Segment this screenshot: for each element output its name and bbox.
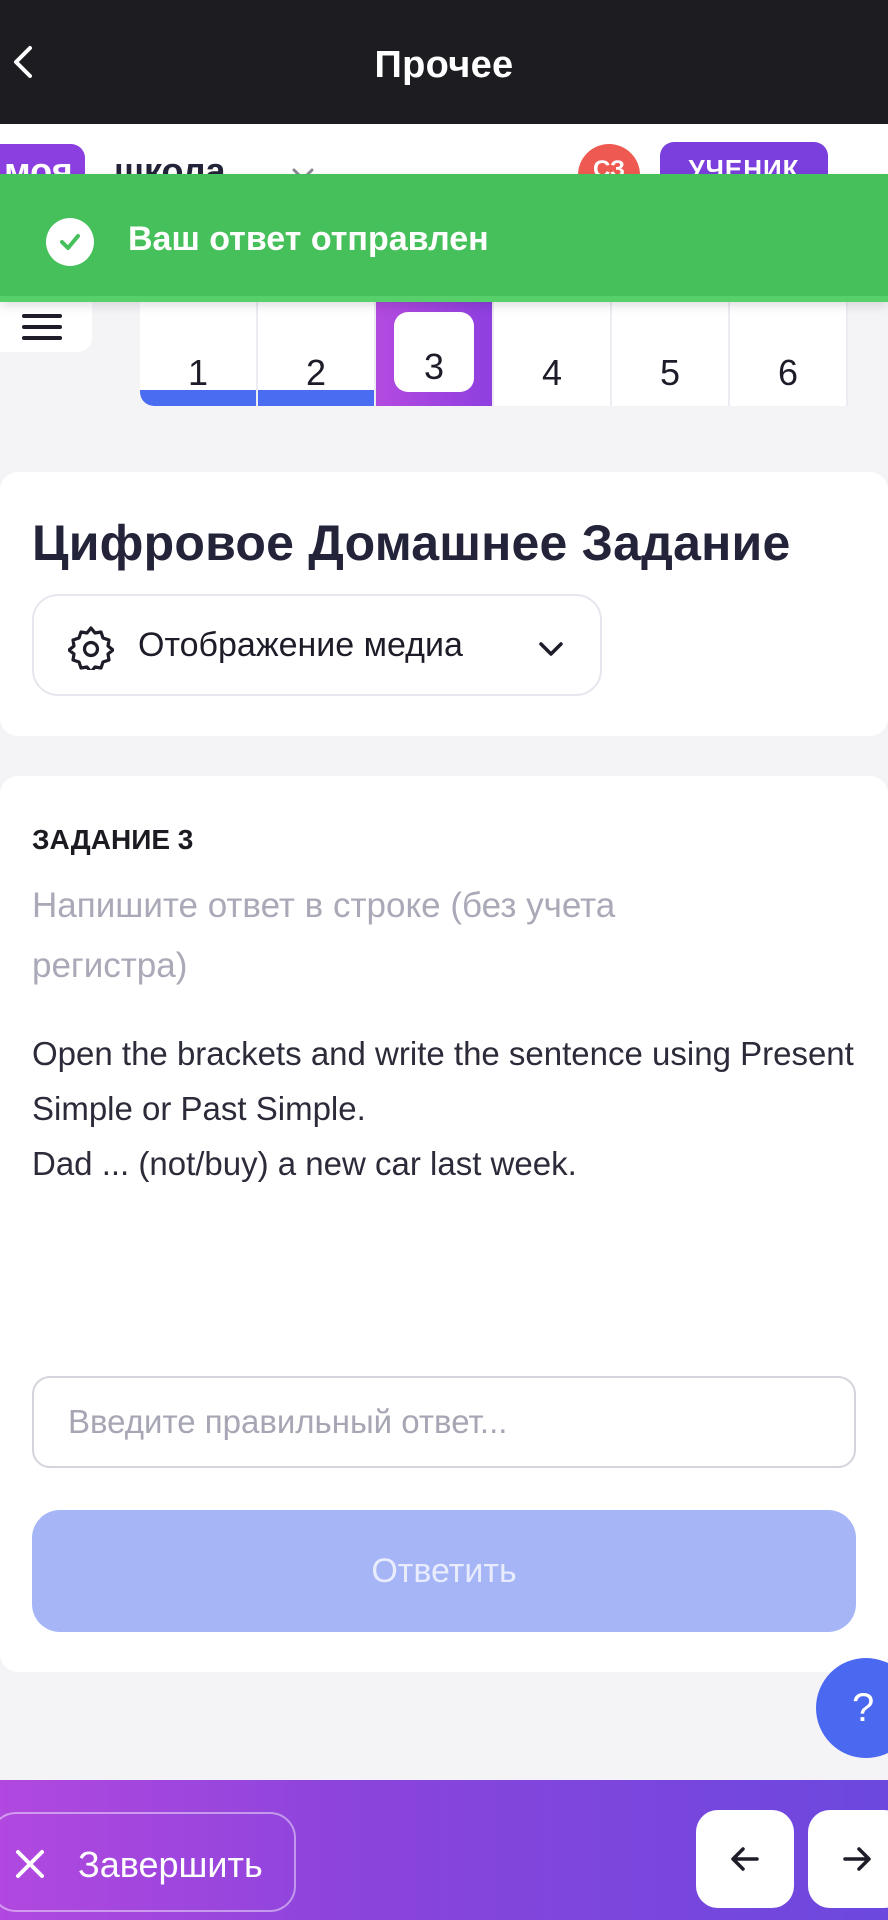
- role-badge: УЧЕНИК: [660, 142, 828, 176]
- hamburger-menu-icon: [22, 314, 62, 340]
- task-question: Open the brackets and write the sentence…: [32, 1035, 854, 1182]
- school-header: моя школа СЗ УЧЕНИК: [0, 124, 888, 176]
- finish-button[interactable]: Завершить: [0, 1812, 296, 1912]
- next-task-button[interactable]: [808, 1810, 888, 1908]
- help-icon: ?: [852, 1685, 875, 1730]
- task-tab-label: 6: [777, 352, 799, 393]
- task-tab-label: 5: [659, 352, 681, 393]
- page-title: Прочее: [374, 44, 514, 86]
- task-tab-label: 3: [423, 346, 445, 387]
- answer-input[interactable]: [32, 1376, 856, 1468]
- homework-header-card: Цифровое Домашнее Задание Отображение ме…: [0, 472, 888, 736]
- finish-label: Завершить: [78, 1844, 263, 1885]
- task-tab-5[interactable]: 5: [612, 296, 730, 406]
- task-tab-label: 4: [541, 352, 563, 393]
- task-tab-2[interactable]: 2: [258, 296, 376, 406]
- school-logo-part2: школа: [114, 150, 226, 176]
- task-hint: Напишите ответ в строке (без учета регис…: [32, 886, 616, 985]
- school-logo-part1: моя: [0, 144, 85, 176]
- task-tab-6[interactable]: 6: [730, 296, 848, 406]
- task-tabs: 1 2 3 4 5 6: [140, 296, 848, 406]
- submit-answer-button[interactable]: Ответить: [32, 1510, 856, 1632]
- close-icon: [16, 1850, 44, 1878]
- task-tab-label: 2: [305, 352, 327, 393]
- task-tab-label: 1: [187, 352, 209, 393]
- app-top-bar: Прочее: [0, 0, 888, 124]
- toast-message: Ваш ответ отправлен: [128, 220, 489, 258]
- task-tab-3[interactable]: 3: [376, 296, 494, 406]
- task-card: ЗАДАНИЕ 3 Напишите ответ в строке (без у…: [0, 776, 888, 1672]
- help-button[interactable]: ?: [816, 1658, 888, 1758]
- task-tab-4[interactable]: 4: [494, 296, 612, 406]
- avatar[interactable]: СЗ: [578, 144, 640, 176]
- task-tab-1[interactable]: 1: [140, 296, 258, 406]
- task-number: ЗАДАНИЕ 3: [32, 824, 194, 855]
- gear-icon: [68, 626, 114, 670]
- success-toast: Ваш ответ отправлен: [0, 174, 888, 302]
- previous-task-button[interactable]: [696, 1810, 794, 1908]
- arrow-right-icon: [843, 1847, 871, 1871]
- homework-title: Цифровое Домашнее Задание: [32, 515, 791, 571]
- arrow-left-icon: [731, 1847, 759, 1871]
- chevron-down-icon: [539, 642, 563, 656]
- check-circle-icon: [46, 218, 94, 266]
- media-dropdown-label: Отображение медиа: [138, 626, 463, 664]
- bottom-bar: Завершить: [0, 1780, 888, 1920]
- media-display-dropdown[interactable]: Отображение медиа: [32, 594, 602, 696]
